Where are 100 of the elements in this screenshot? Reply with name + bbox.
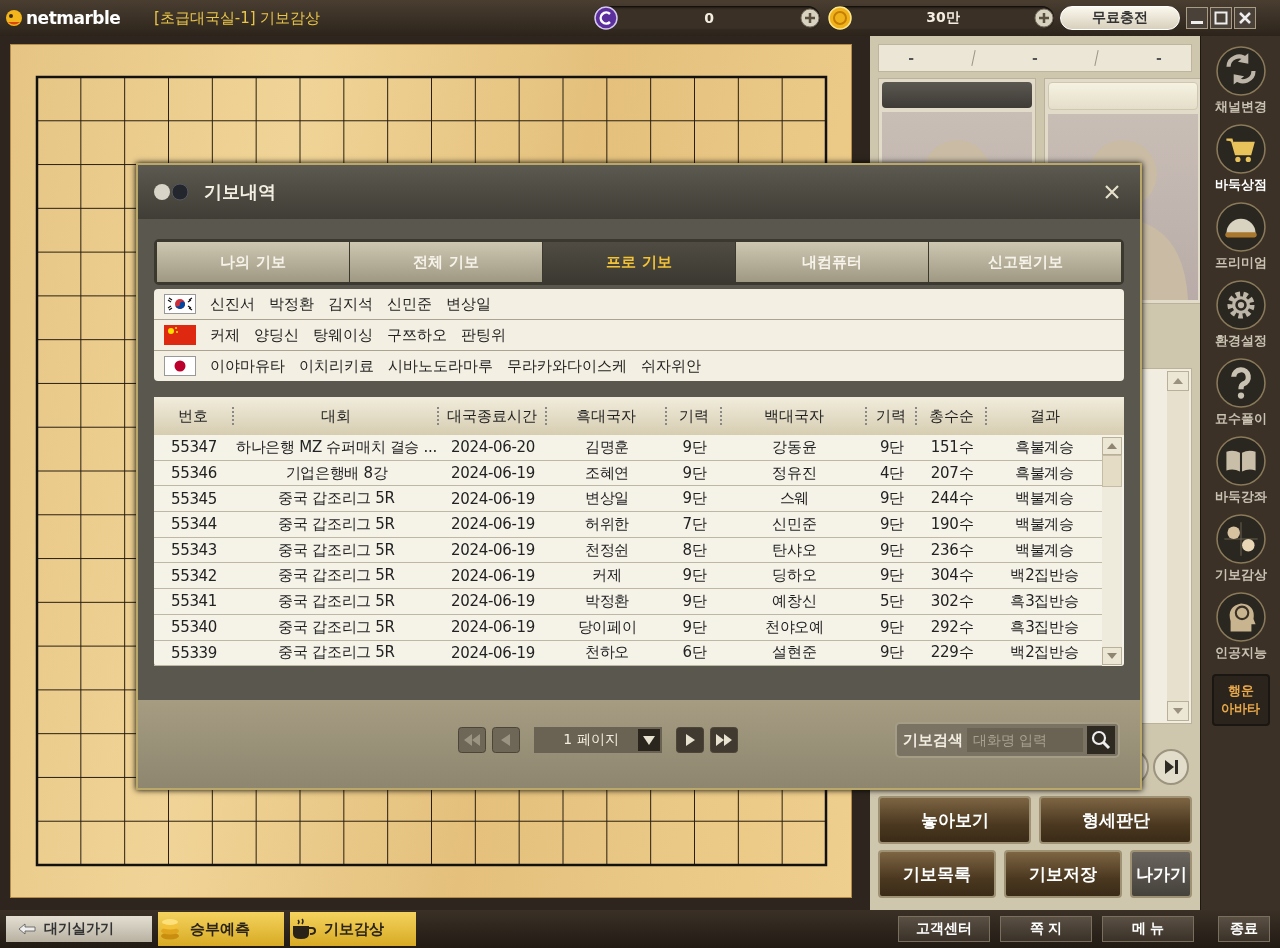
column-header[interactable]: 기력 (867, 407, 917, 425)
lobby-button[interactable]: 대기실가기 (6, 916, 152, 942)
cart-icon (1215, 124, 1266, 174)
table-cell-text: 8단 (681, 540, 708, 560)
table-cell-text: 중국 갑조리그 5R (277, 540, 396, 560)
sidebar-item[interactable]: 바둑강좌 (1214, 434, 1267, 508)
table-cell-text: 244수 (929, 489, 975, 509)
player-name[interactable]: 김지석 (328, 294, 373, 314)
last-page-icon[interactable] (710, 727, 738, 754)
table-cell-text: 백2집반승 (1009, 643, 1080, 663)
table-cell-text: 백불계승 (1014, 540, 1075, 560)
add-icon[interactable] (800, 8, 820, 28)
table-cell-text: 9단 (681, 489, 708, 509)
player-name[interactable]: 변상일 (446, 294, 491, 314)
sidebar-item[interactable]: 프리미엄 (1214, 200, 1267, 274)
player-name[interactable]: 탕웨이싱 (313, 325, 373, 345)
player-name[interactable]: 이야마유타 (210, 356, 285, 376)
menu-button[interactable]: 고객센터 (898, 916, 990, 942)
menu-button[interactable]: 쪽 지 (1000, 916, 1092, 942)
sidebar-item[interactable]: 기보감상 (1214, 512, 1267, 586)
menu-button[interactable]: 메 뉴 (1102, 916, 1194, 942)
column-header[interactable]: 백대국자 (722, 407, 867, 425)
column-header[interactable]: 총수순 (917, 407, 987, 425)
mascot-icon (4, 8, 24, 28)
player-name[interactable]: 구쯔하오 (387, 325, 447, 345)
column-header[interactable]: 번호 (154, 407, 234, 425)
avatar-shop-button[interactable]: 행운 아바타 (1211, 674, 1270, 726)
score-value: - (1032, 50, 1038, 66)
search-field[interactable]: 대화명 입력 (967, 728, 1083, 753)
scroll-thumb[interactable] (1102, 455, 1122, 487)
table-cell-text: 강동윤 (771, 437, 818, 457)
table-cell-text: 55341 (169, 592, 219, 611)
table-cell-text: 흑불계승 (1014, 437, 1075, 457)
action-button[interactable]: 형세판단 (1039, 796, 1192, 844)
sidebar-item[interactable]: 채널변경 (1214, 44, 1267, 118)
flag-icon (164, 294, 196, 314)
player-name[interactable]: 시바노도라마루 (388, 356, 493, 376)
table-cell-text: 55339 (169, 643, 219, 662)
sidebar-item[interactable]: 바둑상점 (1214, 122, 1267, 196)
table-cell-text: 변상일 (583, 489, 631, 509)
coins-icon (158, 917, 182, 941)
go-stones-icon (152, 182, 190, 202)
player-name[interactable]: 신진서 (210, 294, 255, 314)
page-dropdown[interactable]: 1 페이지 (534, 727, 662, 754)
player-name[interactable]: 판팅위 (461, 325, 506, 345)
column-header[interactable]: 기력 (667, 407, 722, 425)
logo-text: netmarble (26, 8, 121, 28)
table-cell-text: 2024-06-19 (449, 489, 537, 508)
column-header[interactable]: 대회 (234, 407, 439, 425)
tab[interactable]: 프로 기보 (543, 242, 735, 282)
column-header[interactable]: 흑대국자 (547, 407, 667, 425)
helmet-icon (1215, 202, 1266, 252)
maximize-icon[interactable] (1210, 7, 1232, 29)
close-icon[interactable] (1234, 7, 1256, 29)
table-cell-text: 229수 (929, 643, 975, 663)
column-header[interactable]: 대국종료시간 (439, 407, 547, 425)
column-header[interactable]: 결과 (987, 407, 1102, 425)
sidebar-item[interactable]: 인공지능 (1214, 590, 1267, 664)
table-cell-text: 중국 갑조리그 5R (277, 591, 396, 611)
sidebar-item[interactable]: 환경설정 (1214, 278, 1267, 352)
cup-icon (290, 918, 316, 940)
table-cell-text: 9단 (681, 617, 708, 637)
table-cell-text: 9단 (879, 514, 905, 534)
action-button[interactable]: 놓아보기 (878, 796, 1031, 844)
last-move-icon[interactable] (1152, 748, 1190, 786)
bottom-tab[interactable]: 승부예측 (158, 912, 284, 946)
table-cell-text: 스웨 (778, 489, 811, 509)
previous-page-icon[interactable] (492, 727, 520, 754)
bottom-tab[interactable]: 기보감상 (290, 912, 416, 946)
sidebar-item[interactable]: 묘수풀이 (1214, 356, 1267, 430)
player-name[interactable]: 쉬자위안 (641, 356, 701, 376)
table-cell-text: 9단 (681, 437, 708, 457)
scroll-up-icon[interactable] (1102, 437, 1122, 455)
player-name[interactable]: 이치리키료 (299, 356, 374, 376)
action-button[interactable]: 나가기 (1130, 850, 1192, 898)
exit-button[interactable]: 종료 (1218, 916, 1270, 942)
scroll-down-icon[interactable] (1102, 647, 1122, 665)
minimize-icon[interactable] (1186, 7, 1208, 29)
action-button[interactable]: 기보목록 (878, 850, 996, 898)
table-cell-text: 2024-06-19 (449, 515, 537, 534)
score-value: - (908, 50, 915, 66)
dialog-title: 기보내역 (204, 180, 277, 204)
search-icon[interactable] (1087, 726, 1115, 755)
table-cell-text: 흑불계승 (1014, 463, 1075, 483)
scrollbar[interactable] (1102, 437, 1122, 665)
player-name[interactable]: 박정환 (269, 294, 314, 314)
table-cell-text: 기업은행배 8강 (284, 463, 389, 483)
table-cell-text: 9단 (879, 437, 905, 457)
player-name[interactable]: 커제 (210, 325, 240, 345)
table-cell-text: 151수 (929, 437, 975, 457)
player-name[interactable]: 양딩신 (254, 325, 299, 345)
next-page-icon[interactable] (676, 727, 704, 754)
player-name[interactable]: 무라카와다이스케 (507, 356, 627, 376)
first-page-icon[interactable] (458, 727, 486, 754)
table-cell-text: 정유진 (771, 463, 818, 483)
action-button[interactable]: 기보저장 (1004, 850, 1122, 898)
table-cell-text: 백불계승 (1014, 514, 1075, 534)
player-name[interactable]: 신민준 (387, 294, 432, 314)
add-icon[interactable] (1034, 8, 1054, 28)
charge-button[interactable]: 무료충전 (1060, 6, 1180, 30)
